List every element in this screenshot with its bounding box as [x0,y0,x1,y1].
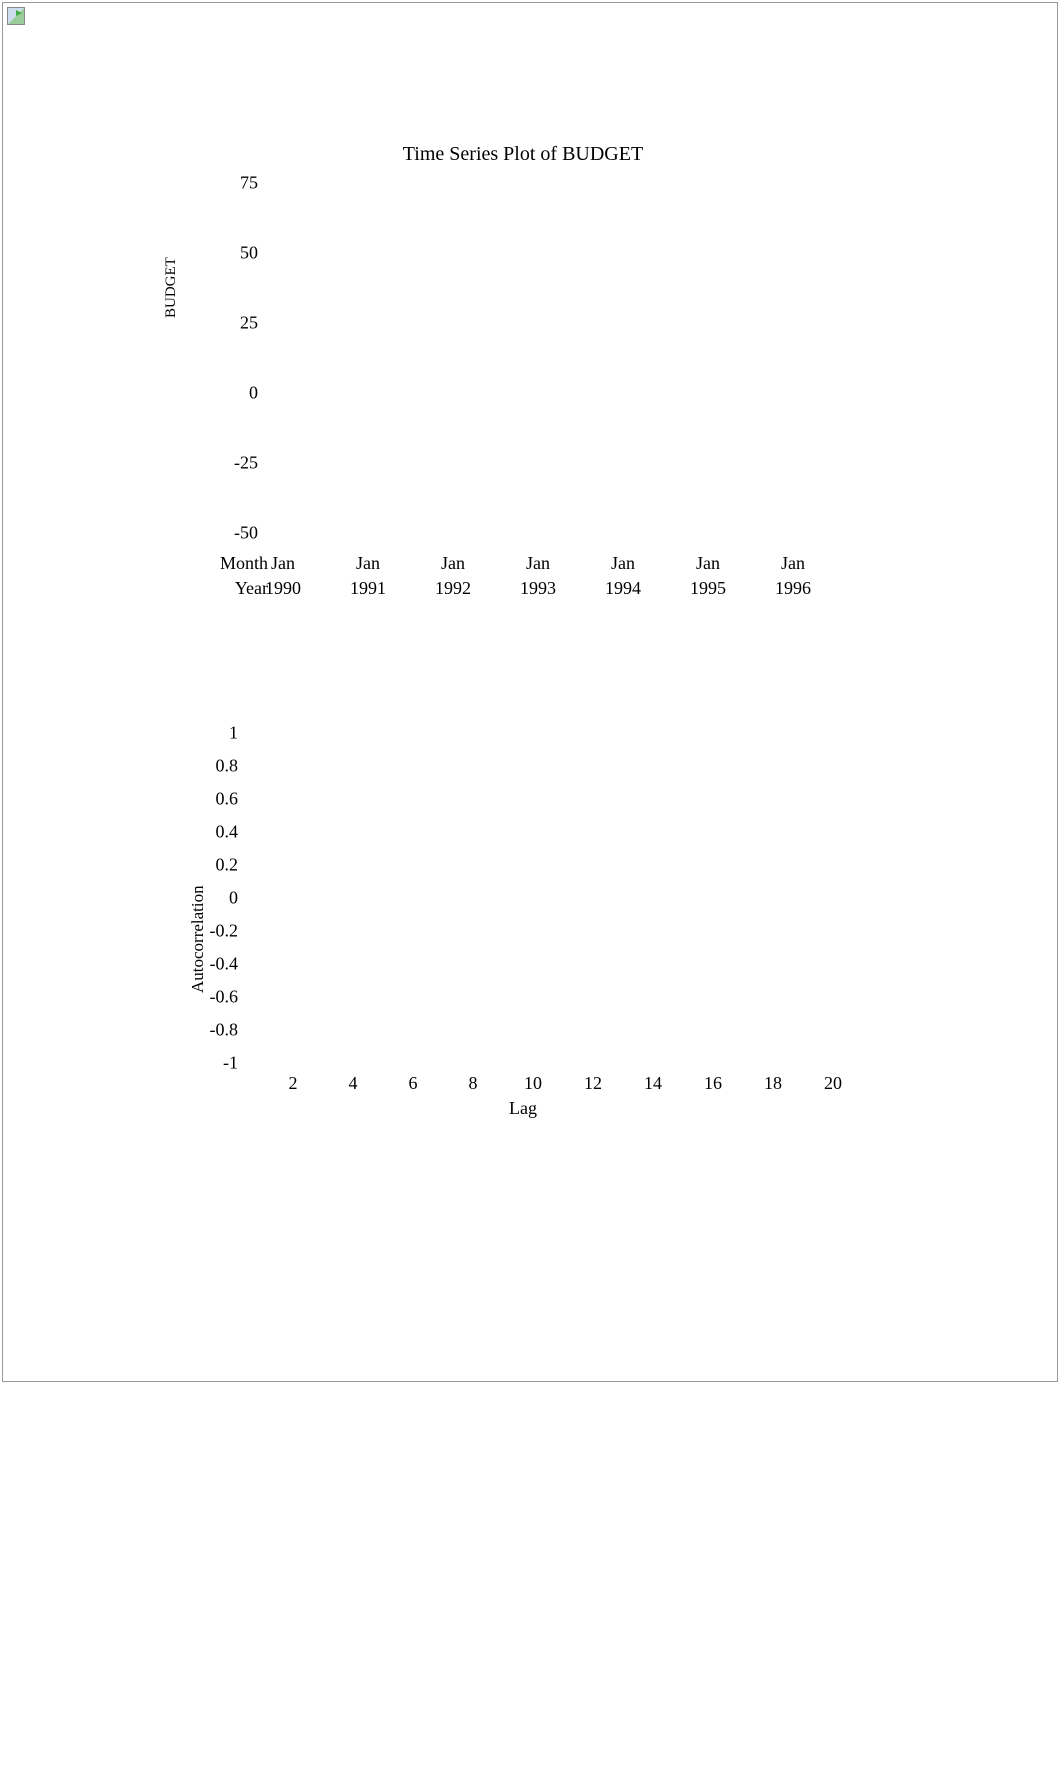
x-tick-year: 1992 [423,578,483,599]
y-tick: -50 [218,523,258,544]
x-tick: 14 [633,1073,673,1094]
x-tick: 20 [813,1073,853,1094]
x-tick-month: Jan [338,553,398,574]
x-tick: 2 [273,1073,313,1094]
x-tick: 6 [393,1073,433,1094]
x-tick-year: 1996 [763,578,823,599]
y-tick: 0 [218,383,258,404]
x-tick-year: 1991 [338,578,398,599]
x-tick-month: Jan [593,553,653,574]
y-axis-label: BUDGET [163,257,180,318]
y-tick: -0.4 [188,954,238,975]
x-tick-month: Jan [423,553,483,574]
autocorrelation-chart: Autocorrelation 1 0.8 0.6 0.4 0.2 0 -0.2… [173,723,873,1143]
image-frame: Time Series Plot of BUDGET BUDGET 75 50 … [2,2,1058,1382]
y-tick: 0 [188,888,238,909]
y-tick: -25 [218,453,258,474]
y-tick: 0.6 [188,789,238,810]
y-tick: -0.8 [188,1020,238,1041]
x-tick-month: Jan [763,553,823,574]
y-tick: 0.4 [188,822,238,843]
x-tick: 10 [513,1073,553,1094]
y-tick: -0.6 [188,987,238,1008]
plot-area: 75 50 25 0 -25 -50 [268,183,828,533]
x-tick-month: Jan [253,553,313,574]
plot-area: 1 0.8 0.6 0.4 0.2 0 -0.2 -0.4 -0.6 -0.8 … [248,733,848,1063]
x-tick: 8 [453,1073,493,1094]
x-tick-year: 1990 [253,578,313,599]
y-tick: 0.8 [188,756,238,777]
y-tick: 75 [218,173,258,194]
x-tick-month: Jan [678,553,738,574]
x-tick-month: Jan [508,553,568,574]
chart-title: Time Series Plot of BUDGET [173,143,873,166]
y-tick: -1 [188,1053,238,1074]
x-tick: 18 [753,1073,793,1094]
x-tick-year: 1993 [508,578,568,599]
x-axis-label: Lag [173,1098,873,1119]
x-tick-year: 1994 [593,578,653,599]
x-tick: 12 [573,1073,613,1094]
time-series-chart: Time Series Plot of BUDGET BUDGET 75 50 … [173,143,873,623]
y-tick: 1 [188,723,238,744]
y-tick: 25 [218,313,258,334]
y-tick: 0.2 [188,855,238,876]
y-tick: 50 [218,243,258,264]
y-tick: -0.2 [188,921,238,942]
broken-image-icon [7,7,25,25]
x-tick-year: 1995 [678,578,738,599]
x-tick: 4 [333,1073,373,1094]
x-tick: 16 [693,1073,733,1094]
